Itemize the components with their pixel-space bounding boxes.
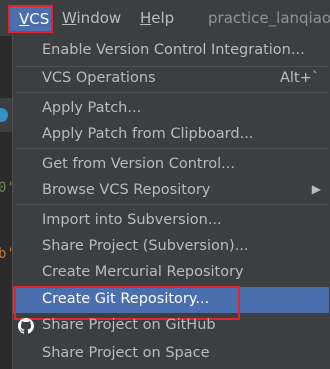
menu-window[interactable]: Window	[62, 9, 121, 27]
menu-item-browse-vcs[interactable]: Browse VCS Repository ▶	[13, 178, 329, 204]
menu-item-label: Create Mercurial Repository	[42, 264, 244, 280]
menu-item-label: Import into Subversion...	[42, 212, 222, 228]
menu-item-apply-patch-clipboard[interactable]: Apply Patch from Clipboard...	[13, 122, 329, 148]
menu-item-share-subversion[interactable]: Share Project (Subversion)...	[13, 234, 329, 260]
menu-vcs-mnemonic: V	[19, 10, 30, 28]
menu-item-enable-vcs[interactable]: Enable Version Control Integration...	[13, 38, 329, 64]
menu-help[interactable]: Help	[140, 9, 174, 27]
menu-item-label: Share Project on GitHub	[42, 317, 216, 333]
menu-item-label: VCS Operations	[42, 70, 156, 86]
menu-item-apply-patch[interactable]: Apply Patch...	[13, 96, 329, 122]
menu-item-shortcut: Alt+`	[279, 70, 319, 86]
vcs-dropdown-menu: Enable Version Control Integration... VC…	[12, 36, 330, 369]
menu-bar: VCS Window Help practice_lanqiao	[0, 0, 330, 36]
github-icon	[18, 318, 34, 334]
menu-item-label: Apply Patch from Clipboard...	[42, 126, 254, 142]
menu-item-label: Apply Patch...	[42, 100, 142, 116]
menu-item-get-from-vcs[interactable]: Get from Version Control...	[13, 152, 329, 178]
menu-item-share-space[interactable]: Share Project on Space	[13, 341, 329, 367]
menu-item-label: Share Project (Subversion)...	[42, 238, 249, 254]
menu-vcs[interactable]: VCS	[8, 5, 53, 33]
menu-window-label: indow	[76, 9, 122, 27]
project-title: practice_lanqiao	[208, 9, 330, 27]
menu-window-mnemonic: W	[62, 9, 77, 27]
menu-item-vcs-operations[interactable]: VCS Operations Alt+`	[13, 66, 329, 92]
menu-help-mnemonic: H	[140, 9, 152, 27]
menu-item-import-subversion[interactable]: Import into Subversion...	[13, 208, 329, 234]
menu-separator	[15, 92, 329, 93]
editor-strip: 0' b'	[0, 36, 15, 369]
menu-item-create-mercurial[interactable]: Create Mercurial Repository	[13, 260, 329, 286]
menu-separator	[15, 204, 329, 205]
menu-help-label: elp	[151, 9, 175, 27]
menu-separator	[15, 148, 329, 149]
menu-vcs-label: CS	[29, 10, 50, 28]
menu-item-label: Share Project on Space	[42, 345, 210, 361]
menu-item-share-github[interactable]: Share Project on GitHub	[13, 313, 329, 339]
menu-item-label: Enable Version Control Integration...	[42, 42, 305, 58]
menu-item-label: Get from Version Control...	[42, 156, 235, 172]
menu-item-label: Browse VCS Repository	[42, 182, 211, 198]
chevron-right-icon: ▶	[311, 182, 321, 196]
